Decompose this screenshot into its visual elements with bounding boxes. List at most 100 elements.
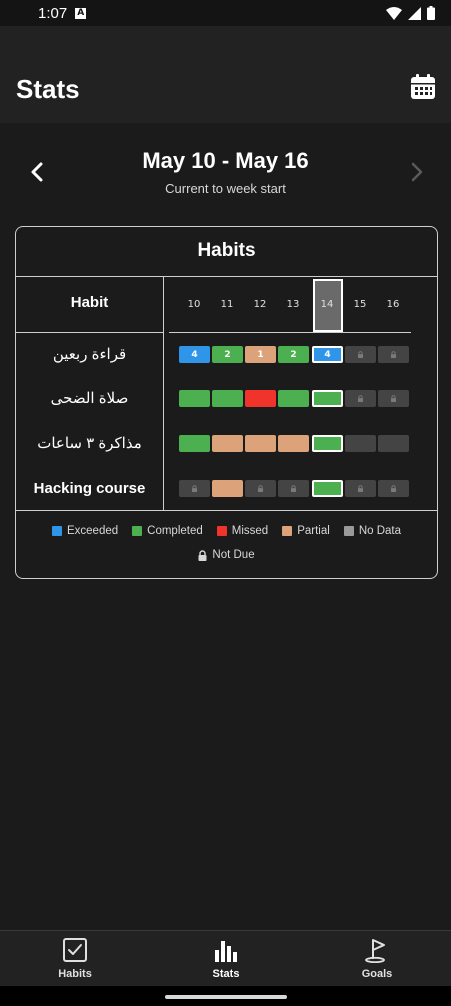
habit-day-cell[interactable]: 4	[179, 346, 210, 363]
legend-label: Completed	[147, 525, 203, 537]
habit-day-cell[interactable]: 2	[278, 346, 309, 363]
lock-icon	[357, 351, 364, 358]
habit-day-cell[interactable]	[278, 480, 309, 497]
day-label: 10	[187, 299, 201, 310]
calendar-button[interactable]	[410, 74, 436, 100]
cell-value: 4	[191, 349, 198, 360]
habit-name: قراءة ربعين	[52, 346, 127, 363]
checkbox-icon	[63, 938, 87, 962]
habit-day-cell[interactable]	[345, 480, 376, 497]
divider	[16, 510, 437, 511]
legend-swatch	[51, 526, 62, 536]
chevron-right-icon	[411, 162, 423, 182]
day-label: 14	[320, 299, 334, 310]
lock-icon	[257, 485, 264, 492]
cell-value: 1	[257, 349, 264, 360]
day-label: 13	[286, 299, 300, 310]
legend-not-due: Not Due	[16, 549, 437, 561]
habit-day-cell[interactable]	[179, 480, 210, 497]
notification-a-icon: A	[75, 7, 87, 19]
habit-day-cell[interactable]	[345, 346, 376, 363]
divider	[163, 277, 164, 510]
app-bar: Stats	[0, 26, 451, 123]
flag-icon	[365, 939, 385, 963]
habit-day-cell[interactable]	[212, 390, 243, 407]
legend-label-not-due: Not Due	[212, 549, 255, 561]
habit-day-cell[interactable]: 4	[312, 346, 343, 363]
lock-icon	[290, 485, 297, 492]
week-subtitle: Current to week start	[165, 181, 286, 196]
calendar-icon	[411, 74, 435, 99]
legend-swatch	[343, 526, 354, 536]
cell-value: 2	[224, 349, 231, 360]
legend-item-exceeded: Exceeded	[51, 525, 119, 537]
habit-day-cell[interactable]	[312, 435, 343, 452]
habit-day-cell[interactable]	[378, 346, 409, 363]
status-icons	[386, 6, 435, 20]
lock-icon	[198, 549, 207, 561]
habit-day-cell[interactable]	[212, 480, 243, 497]
habit-day-cell[interactable]	[378, 390, 409, 407]
day-label: 12	[253, 299, 267, 310]
habit-day-cell[interactable]	[179, 435, 210, 452]
gesture-handle[interactable]	[165, 995, 287, 999]
habit-day-cell[interactable]	[345, 390, 376, 407]
legend-swatch	[282, 526, 293, 536]
lock-icon	[390, 485, 397, 492]
habit-day-cell[interactable]	[278, 390, 309, 407]
nav-stats[interactable]: Stats	[151, 937, 301, 980]
day-label: 16	[386, 299, 400, 310]
battery-icon	[427, 6, 435, 20]
status-time: 1:07	[38, 4, 68, 22]
habit-day-cell[interactable]	[245, 435, 276, 452]
lock-icon	[390, 395, 397, 402]
lock-icon	[357, 485, 364, 492]
legend-label: No Data	[358, 525, 401, 537]
day-label: 11	[220, 299, 234, 310]
habit-day-cell[interactable]	[378, 480, 409, 497]
cell-value: 4	[324, 349, 331, 360]
wifi-icon	[386, 6, 402, 20]
legend: Exceeded Completed Missed Partial No Data	[16, 525, 437, 537]
legend-swatch	[132, 526, 143, 536]
habit-day-cell[interactable]	[312, 390, 343, 407]
legend-item-partial: Partial	[282, 525, 330, 537]
habit-day-cell[interactable]	[245, 390, 276, 407]
habit-day-cell[interactable]	[378, 435, 409, 452]
bottom-navigation: Habits Stats Goals	[0, 930, 451, 986]
habit-day-cell[interactable]	[212, 435, 243, 452]
status-bar: 1:07 A	[0, 0, 451, 26]
lock-icon	[357, 395, 364, 402]
bar-chart-icon	[215, 941, 237, 962]
nav-goals[interactable]: Goals	[302, 937, 451, 980]
nav-label-habits: Habits	[58, 968, 92, 980]
cell-value: 2	[290, 349, 297, 360]
habit-column-header: Habit	[70, 294, 109, 311]
habit-day-cell[interactable]	[345, 435, 376, 452]
lock-icon	[390, 351, 397, 358]
habit-name: صلاة الضحى	[50, 390, 129, 407]
page-title: Stats	[16, 74, 80, 104]
nav-label-goals: Goals	[361, 968, 393, 980]
next-week-button[interactable]	[404, 160, 428, 184]
habit-day-cell[interactable]: 1	[245, 346, 276, 363]
lock-icon	[191, 485, 198, 492]
habit-day-cell[interactable]: 2	[212, 346, 243, 363]
nav-habits[interactable]: Habits	[0, 937, 150, 980]
nav-label-stats: Stats	[212, 968, 240, 980]
divider	[16, 276, 437, 277]
legend-item-completed: Completed	[132, 525, 203, 537]
legend-item-no-data: No Data	[343, 525, 401, 537]
habit-name: Hacking course	[33, 480, 146, 497]
divider	[16, 332, 163, 333]
habits-stats-card: Habits Habit 10 11 12 13 14 15 16 قراءة ربعين 4…	[15, 226, 438, 579]
habit-day-cell[interactable]	[312, 480, 343, 497]
habit-name: مذاكرة ٣ ساعات	[37, 435, 142, 452]
habit-day-cell[interactable]	[179, 390, 210, 407]
legend-label: Exceeded	[66, 525, 119, 537]
legend-swatch	[216, 526, 227, 536]
habit-day-cell[interactable]	[278, 435, 309, 452]
legend-item-missed: Missed	[216, 525, 268, 537]
day-label: 15	[353, 299, 367, 310]
habit-day-cell[interactable]	[245, 480, 276, 497]
